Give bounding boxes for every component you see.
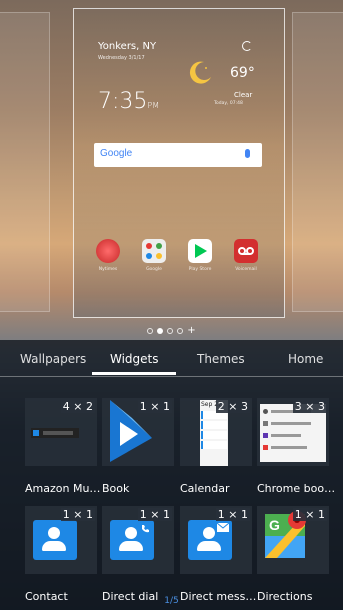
refresh-icon[interactable] <box>242 41 252 51</box>
tab-widgets[interactable]: Widgets <box>110 352 159 366</box>
widget-label: Calendar <box>180 482 230 495</box>
page-dot[interactable] <box>177 328 184 334</box>
voicemail-icon[interactable] <box>234 239 258 263</box>
direct-dial-icon <box>110 520 154 560</box>
dock-app-icon[interactable] <box>96 239 120 263</box>
dock-folder-icon[interactable] <box>142 239 166 263</box>
widget-size-label: 1 × 1 <box>137 400 172 413</box>
tab-home[interactable]: Home <box>288 352 323 366</box>
previous-home-page-preview[interactable] <box>0 12 50 312</box>
tab-themes[interactable]: Themes <box>197 352 245 366</box>
widget-size-label: 4 × 2 <box>60 400 95 413</box>
moon-icon <box>189 61 211 84</box>
widget-size-label: 1 × 1 <box>292 508 327 521</box>
dock-app-label: Voicemail <box>235 267 257 272</box>
add-page-icon[interactable]: + <box>187 326 195 336</box>
dock-app-label: Nytimes <box>98 267 118 272</box>
calendar-event <box>201 431 227 439</box>
calendar-event <box>201 421 227 429</box>
weather-updated: Today, 07:48 <box>214 101 243 106</box>
google-search-bar[interactable]: Google <box>94 143 262 167</box>
calendar-event <box>201 441 227 449</box>
weather-condition: Clear <box>234 91 253 99</box>
play-store-icon[interactable] <box>188 239 212 263</box>
widget-size-label: 1 × 1 <box>137 508 172 521</box>
contact-icon <box>33 520 77 560</box>
page-dot[interactable] <box>167 328 174 334</box>
active-tab-indicator <box>92 372 176 375</box>
widget-label: Amazon Mu… <box>25 482 101 495</box>
dock: Nytimes Google Play Store Voicemail <box>94 239 274 279</box>
widget-size-label: 2 × 3 <box>215 400 250 413</box>
widget-size-label: 1 × 1 <box>60 508 95 521</box>
page-indicator: + <box>0 325 343 337</box>
weather-location: Yonkers, NY <box>98 41 157 52</box>
home-screen-preview[interactable]: Yonkers, NY Wednesday 3/1/17 7:35PM 69° … <box>73 8 285 318</box>
temperature: 69° <box>230 65 255 81</box>
next-home-page-preview[interactable] <box>292 12 343 312</box>
widget-size-label: 3 × 3 <box>292 400 327 413</box>
clock-time: 7:35PM <box>98 89 160 114</box>
page-dot-current[interactable] <box>157 328 164 334</box>
dock-app-label: Play Store <box>188 267 212 272</box>
divider <box>0 376 343 377</box>
mic-icon[interactable] <box>245 149 250 158</box>
widget-label: Book <box>102 482 130 495</box>
weather-date: Wednesday 3/1/17 <box>98 55 145 61</box>
direct-message-icon <box>188 520 232 560</box>
dock-app-label: Google <box>146 267 162 272</box>
tab-wallpapers[interactable]: Wallpapers <box>20 352 86 366</box>
widget-size-label: 1 × 1 <box>215 508 250 521</box>
widget-label: Chrome boo… <box>257 482 336 495</box>
widget-page-indicator: 1/5 <box>164 596 179 606</box>
google-logo: Google <box>100 148 133 159</box>
page-dot[interactable] <box>147 328 154 334</box>
svg-text:G: G <box>269 517 280 533</box>
